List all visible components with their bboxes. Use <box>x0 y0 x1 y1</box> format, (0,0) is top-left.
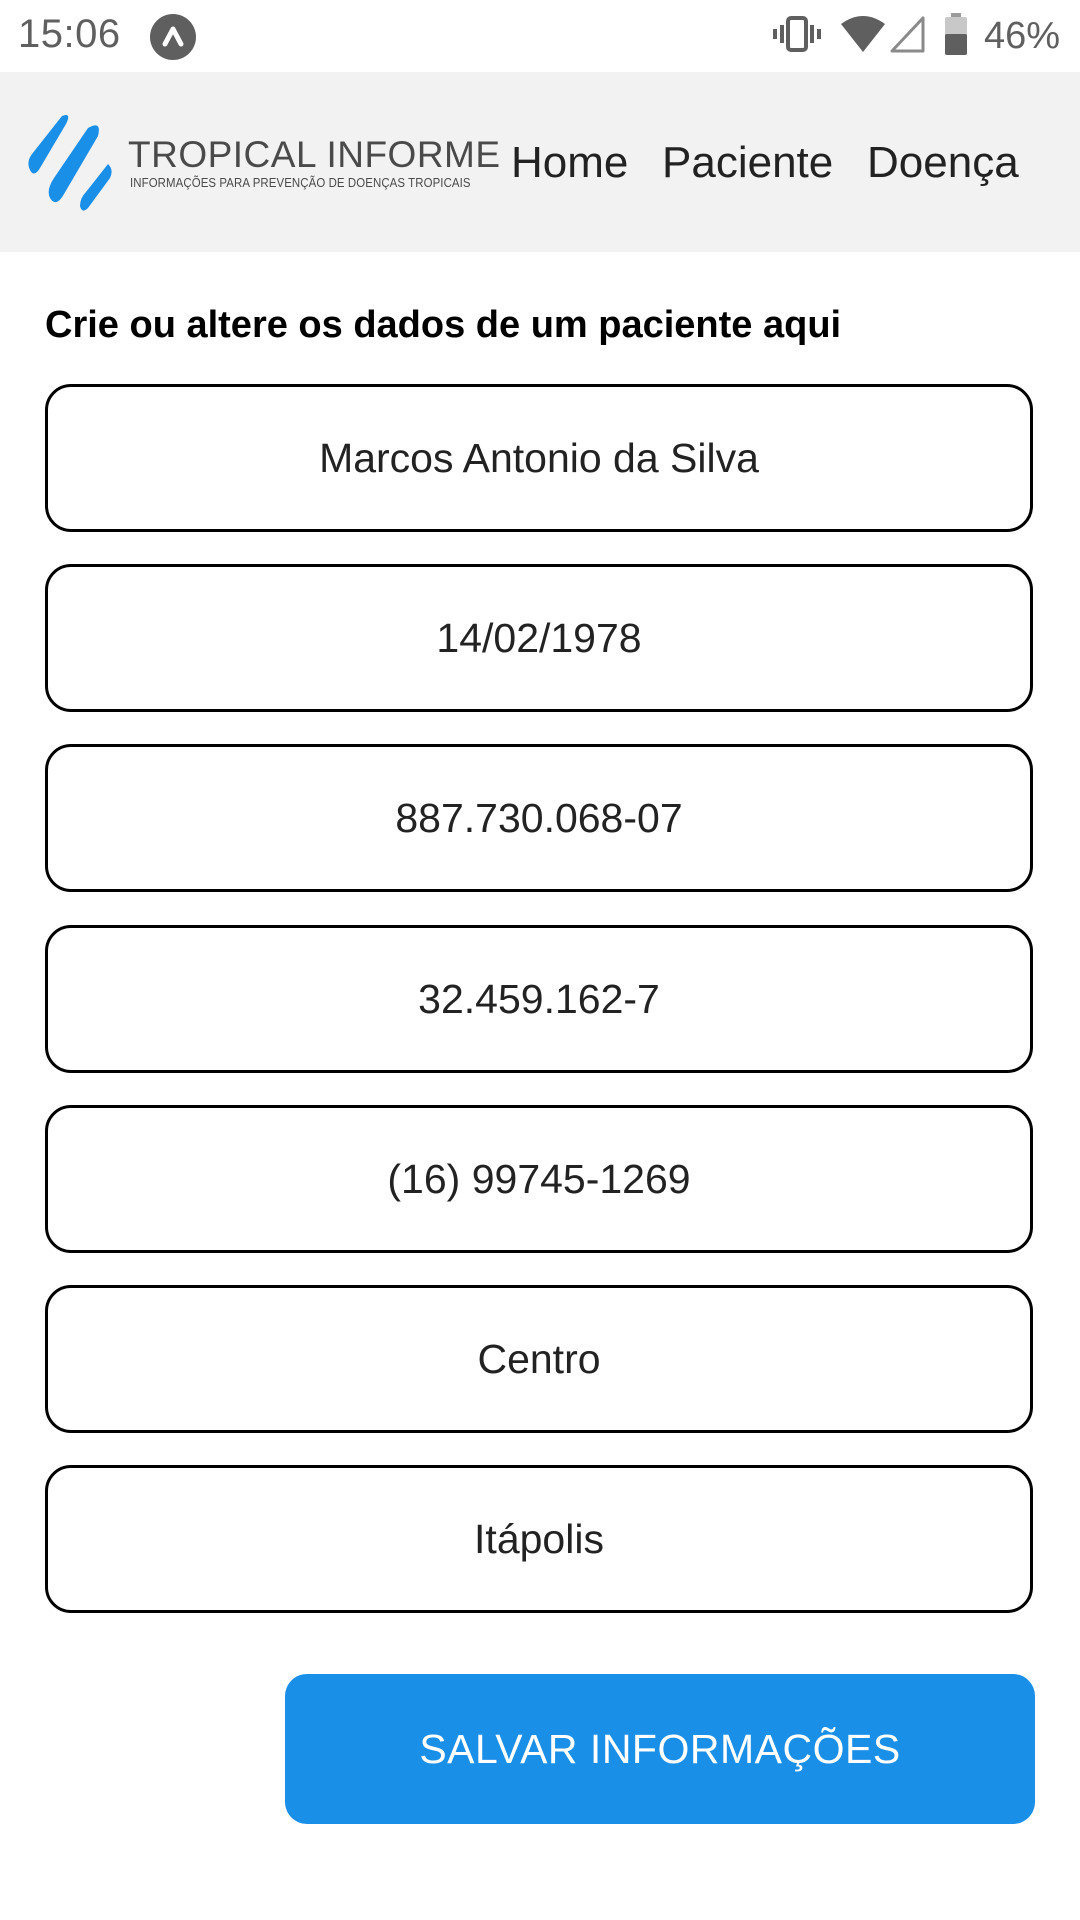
battery-percent: 46% <box>983 14 1060 57</box>
status-bar: 15:06 46% <box>0 0 1080 72</box>
app-header: TROPICAL INFORME INFORMAÇÕES PARA PREVEN… <box>0 72 1080 252</box>
nav-paciente-link[interactable]: Paciente <box>662 138 833 188</box>
save-button[interactable]: SALVAR INFORMAÇÕES <box>285 1674 1035 1824</box>
status-icons: 46% <box>754 10 1060 62</box>
nav-home-link[interactable]: Home <box>511 138 628 188</box>
cell-signal-icon <box>890 14 926 59</box>
wifi-icon <box>840 14 886 59</box>
rg-field[interactable] <box>45 925 1033 1073</box>
city-field[interactable] <box>45 1465 1033 1613</box>
birthdate-field[interactable] <box>45 564 1033 712</box>
logo-title: TROPICAL INFORME <box>128 134 501 175</box>
form-heading: Crie ou altere os dados de um paciente a… <box>45 304 842 346</box>
status-time: 15:06 <box>18 12 121 56</box>
patient-name-field[interactable] <box>45 384 1033 532</box>
cpf-field[interactable] <box>45 744 1033 892</box>
logo-subtitle: INFORMAÇÕES PARA PREVENÇÃO DE DOENÇAS TR… <box>130 175 471 190</box>
neighborhood-field[interactable] <box>45 1285 1033 1433</box>
vibrate-icon <box>772 14 822 59</box>
logo-icon[interactable] <box>28 112 112 212</box>
nav-doenca-link[interactable]: Doença <box>867 138 1019 188</box>
app-notification-icon <box>150 14 196 60</box>
phone-field[interactable] <box>45 1105 1033 1253</box>
battery-icon <box>944 12 968 61</box>
